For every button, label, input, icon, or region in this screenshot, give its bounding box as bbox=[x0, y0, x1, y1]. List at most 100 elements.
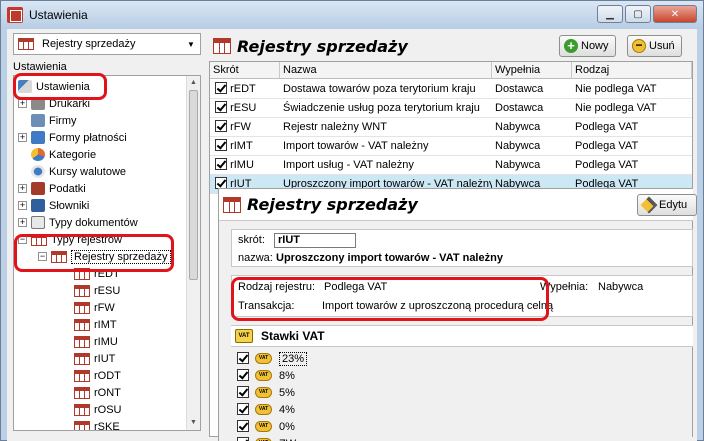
cell-fills: Nabywca bbox=[495, 159, 541, 171]
tree-node-rske[interactable]: rSKE bbox=[74, 418, 120, 430]
cell-fills: Dostawca bbox=[495, 83, 544, 95]
vat-checkbox[interactable] bbox=[237, 436, 249, 441]
tree-label: Ustawienia bbox=[13, 61, 67, 73]
row-checkbox[interactable] bbox=[215, 158, 227, 171]
cell-code: rIMT bbox=[230, 140, 253, 152]
tree-node-rimu[interactable]: rIMU bbox=[74, 333, 118, 350]
vat-rate-label: 0% bbox=[279, 420, 295, 433]
close-button[interactable]: ✕ bbox=[653, 5, 697, 23]
tree-node-label: Firmy bbox=[49, 114, 77, 127]
vat-checkbox[interactable] bbox=[237, 419, 249, 432]
tree-node-kategorie[interactable]: Kategorie bbox=[31, 146, 96, 163]
list-item[interactable]: VAT 5% bbox=[237, 384, 295, 401]
vat-checkbox[interactable] bbox=[237, 368, 249, 381]
row-checkbox[interactable] bbox=[215, 101, 227, 114]
list-item[interactable]: VAT ZW bbox=[237, 435, 296, 441]
table-row[interactable]: rESU Świadczenie usług poza terytorium k… bbox=[210, 99, 692, 118]
vat-checkbox[interactable] bbox=[237, 385, 249, 398]
tree-node-label: Podatki bbox=[49, 182, 86, 195]
list-item[interactable]: VAT 23% bbox=[237, 350, 308, 367]
cell-code: rEDT bbox=[230, 83, 256, 95]
pencil-icon bbox=[640, 196, 658, 214]
title-bar[interactable]: Ustawienia ▁ ▢ ✕ bbox=[1, 1, 703, 29]
tree-node-label: Formy płatności bbox=[49, 131, 127, 144]
tree-node-firmy[interactable]: Firmy bbox=[31, 112, 77, 129]
column-header-code[interactable]: Skrót bbox=[210, 62, 280, 79]
expand-icon[interactable]: + bbox=[18, 184, 27, 193]
vat-rates-title: Stawki VAT bbox=[261, 329, 325, 343]
table-row[interactable]: rEDT Dostawa towarów poza terytorium kra… bbox=[210, 80, 692, 99]
tree-node-label: rESU bbox=[94, 284, 121, 297]
cell-fills: Nabywca bbox=[495, 140, 541, 152]
tree-node-rimt[interactable]: rIMT bbox=[74, 316, 117, 333]
edit-button[interactable]: Edytu bbox=[637, 194, 697, 216]
tree-node-resu[interactable]: rESU bbox=[74, 282, 120, 299]
tree-node-rodt[interactable]: rODT bbox=[74, 367, 121, 384]
expand-icon[interactable]: + bbox=[18, 99, 27, 108]
expand-icon[interactable]: + bbox=[18, 201, 27, 210]
register-icon bbox=[74, 369, 90, 382]
table-row[interactable]: rFW Rejestr należny WNT Nabywca Podlega … bbox=[210, 118, 692, 137]
vat-checkbox[interactable] bbox=[237, 402, 249, 415]
minus-icon: − bbox=[632, 39, 646, 53]
new-button-label: Nowy bbox=[581, 40, 609, 52]
register-icon bbox=[74, 403, 90, 416]
tree-node-typy-dokumentow[interactable]: + Typy dokumentów bbox=[18, 214, 138, 231]
maximize-button[interactable]: ▢ bbox=[625, 5, 651, 23]
detail-header: Rejestry sprzedaży Edytu bbox=[219, 189, 697, 221]
dictionary-icon bbox=[31, 199, 45, 212]
code-name-box: skrót: rIUT nazwa: Uproszczony import to… bbox=[231, 229, 693, 267]
tree-node-rosu[interactable]: rOSU bbox=[74, 401, 122, 418]
vat-checkbox[interactable] bbox=[237, 351, 249, 364]
pie-chart-icon bbox=[31, 148, 45, 161]
row-checkbox[interactable] bbox=[215, 120, 227, 133]
tree-scrollbar[interactable]: ▲ ▼ bbox=[186, 76, 200, 430]
column-header-fills[interactable]: Wypełnia bbox=[492, 62, 572, 79]
new-button[interactable]: + Nowy bbox=[559, 35, 616, 57]
list-item[interactable]: VAT 0% bbox=[237, 418, 295, 435]
register-icon bbox=[74, 352, 90, 365]
minimize-button[interactable]: ▁ bbox=[597, 5, 623, 23]
tree-node-label: rIMT bbox=[94, 318, 117, 331]
scroll-down-icon[interactable]: ▼ bbox=[187, 416, 200, 430]
cell-name: Dostawa towarów poza terytorium kraju bbox=[283, 83, 476, 95]
delete-button[interactable]: − Usuń bbox=[627, 35, 682, 57]
expand-icon[interactable]: + bbox=[18, 218, 27, 227]
plus-icon: + bbox=[564, 39, 578, 53]
app-icon bbox=[7, 7, 23, 23]
tree-node-label: rOSU bbox=[94, 403, 122, 416]
tree-node-riut[interactable]: rIUT bbox=[74, 350, 115, 367]
cell-name: Świadczenie usług poza terytorium kraju bbox=[283, 102, 480, 114]
column-header-name[interactable]: Nazwa bbox=[280, 62, 492, 79]
list-item[interactable]: VAT 8% bbox=[237, 367, 295, 384]
cell-name: Import towarów - VAT należny bbox=[283, 140, 429, 152]
column-header-kind[interactable]: Rodzaj bbox=[572, 62, 692, 79]
table-row[interactable]: rIMU Import usług - VAT należny Nabywca … bbox=[210, 156, 692, 175]
tree-node-rfw[interactable]: rFW bbox=[74, 299, 115, 316]
tree-node-slowniki[interactable]: + Słowniki bbox=[18, 197, 89, 214]
tree-node-podatki[interactable]: + Podatki bbox=[18, 180, 86, 197]
payment-icon bbox=[31, 131, 45, 144]
chevron-down-icon[interactable]: ▼ bbox=[184, 36, 198, 52]
highlight-ring-ustawienia bbox=[13, 73, 107, 100]
tree-node-formy-platnosci[interactable]: + Formy płatności bbox=[18, 129, 127, 146]
table-row[interactable]: rIMT Import towarów - VAT należny Nabywc… bbox=[210, 137, 692, 156]
register-type-combo[interactable]: Rejestry sprzedaży ▼ bbox=[13, 33, 201, 55]
vat-rate-label: 5% bbox=[279, 386, 295, 399]
scroll-thumb[interactable] bbox=[189, 90, 198, 280]
building-icon bbox=[31, 114, 45, 127]
vat-badge-icon: VAT bbox=[255, 353, 272, 364]
vat-rate-label: 8% bbox=[279, 369, 295, 382]
cell-fills: Nabywca bbox=[495, 121, 541, 133]
cell-kind: Podlega VAT bbox=[575, 140, 639, 152]
row-checkbox[interactable] bbox=[215, 82, 227, 95]
register-icon bbox=[74, 284, 90, 297]
tree-node-kursy-walutowe[interactable]: Kursy walutowe bbox=[31, 163, 126, 180]
expand-icon[interactable]: + bbox=[18, 133, 27, 142]
row-checkbox[interactable] bbox=[215, 139, 227, 152]
scroll-up-icon[interactable]: ▲ bbox=[187, 76, 200, 90]
tree-node-ront[interactable]: rONT bbox=[74, 384, 121, 401]
list-item[interactable]: VAT 4% bbox=[237, 401, 295, 418]
tree-node-label: rIUT bbox=[94, 352, 116, 365]
code-field[interactable]: rIUT bbox=[274, 233, 356, 248]
